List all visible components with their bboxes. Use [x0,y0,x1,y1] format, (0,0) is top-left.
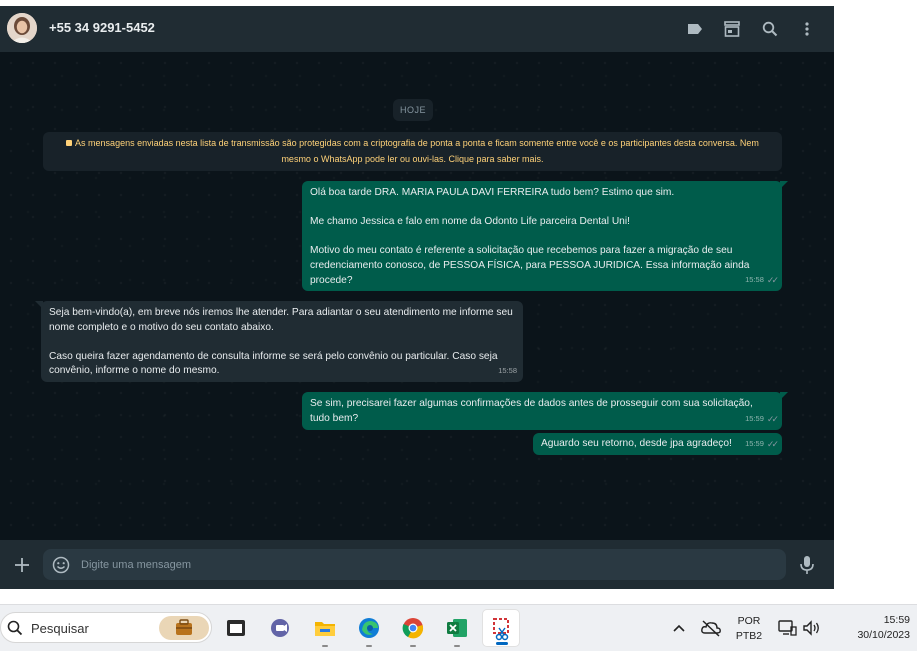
taskbar-search[interactable]: Pesquisar [0,612,212,643]
message-bubble[interactable]: Aguardo seu retorno, desde jpa agradeço!… [533,433,782,455]
system-clock[interactable]: 15:59 30/10/2023 [830,614,910,641]
language-bottom: PTB2 [735,630,763,642]
excel-icon[interactable] [443,614,471,647]
encryption-notice[interactable]: As mensagens enviadas nesta lista de tra… [43,132,782,171]
language-top: POR [737,615,761,627]
desktop-area [834,0,917,600]
message-text: Olá boa tarde DRA. MARIA PAULA DAVI FERR… [310,187,675,198]
message-text: Se sim, precisarei fazer algumas confirm… [310,398,753,424]
emoji-icon[interactable] [52,556,70,574]
chat-area[interactable]: HOJE As mensagens enviadas nesta lista d… [0,52,834,540]
volume-icon[interactable] [797,614,825,642]
windows-taskbar: Pesquisar POR PTB2 15:59 30/10/2023 [0,604,917,651]
lock-icon [66,140,73,146]
clock-time: 15:59 [883,614,910,626]
avatar[interactable] [7,13,37,43]
search-icon [7,620,23,636]
language-indicator[interactable]: POR PTB2 [733,615,765,642]
search-label: Pesquisar [31,621,89,636]
message-text: Caso queira fazer agendamento de consult… [49,350,498,377]
clock-date: 30/10/2023 [857,629,910,641]
teams-icon[interactable] [266,614,294,642]
briefcase-icon [159,616,209,640]
contact-name[interactable]: +55 34 9291-5452 [49,20,155,35]
store-icon[interactable] [720,17,744,41]
message-bubble[interactable]: Seja bem-vindo(a), em breve nós iremos l… [35,301,523,382]
message-text: Me chamo Jessica e falo em nome da Odont… [310,216,630,228]
attach-plus-icon[interactable] [12,555,32,575]
chevron-up-icon[interactable] [665,614,693,642]
search-icon[interactable] [758,17,782,41]
double-check-icon: ✓✓ [766,414,779,425]
chat-header: +55 34 9291-5452 [0,6,834,52]
window-top-edge [0,0,834,6]
double-check-icon: ✓✓ [766,439,779,450]
message-composer [0,540,834,589]
message-text: Motivo do meu contato é referente a soli… [310,245,750,286]
message-bubble[interactable]: Se sim, precisarei fazer algumas confirm… [302,392,788,430]
encryption-notice-line1: As mensagens enviadas nesta lista de tra… [75,138,759,148]
message-time: 15:59 [745,439,764,449]
label-icon[interactable] [683,17,707,41]
double-check-icon: ✓✓ [766,275,779,286]
date-chip: HOJE [393,99,433,121]
encryption-notice-line2: mesmo o WhatsApp pode ler ou ouvi-las. C… [281,153,544,164]
message-bubble[interactable]: Olá boa tarde DRA. MARIA PAULA DAVI FERR… [302,181,788,291]
snipping-tool-icon[interactable] [482,609,520,647]
microphone-icon[interactable] [798,555,816,575]
menu-icon[interactable] [795,17,819,41]
message-text: Aguardo seu retorno, desde jpa agradeço! [541,438,732,449]
chrome-icon[interactable] [399,614,427,647]
message-text: Seja bem-vindo(a), em breve nós iremos l… [49,307,513,333]
network-offline-icon[interactable] [697,614,725,642]
file-explorer-icon[interactable] [311,614,339,647]
whatsapp-window: +55 34 9291-5452 HOJE As mensagens envia… [0,0,834,589]
message-time: 15:58 [745,275,764,285]
message-time: 15:59 [745,414,764,424]
message-input[interactable] [81,549,771,580]
edge-icon[interactable] [355,614,383,647]
message-input-box[interactable] [43,549,786,580]
message-time: 15:58 [498,366,517,376]
terminal-icon[interactable] [222,614,250,642]
